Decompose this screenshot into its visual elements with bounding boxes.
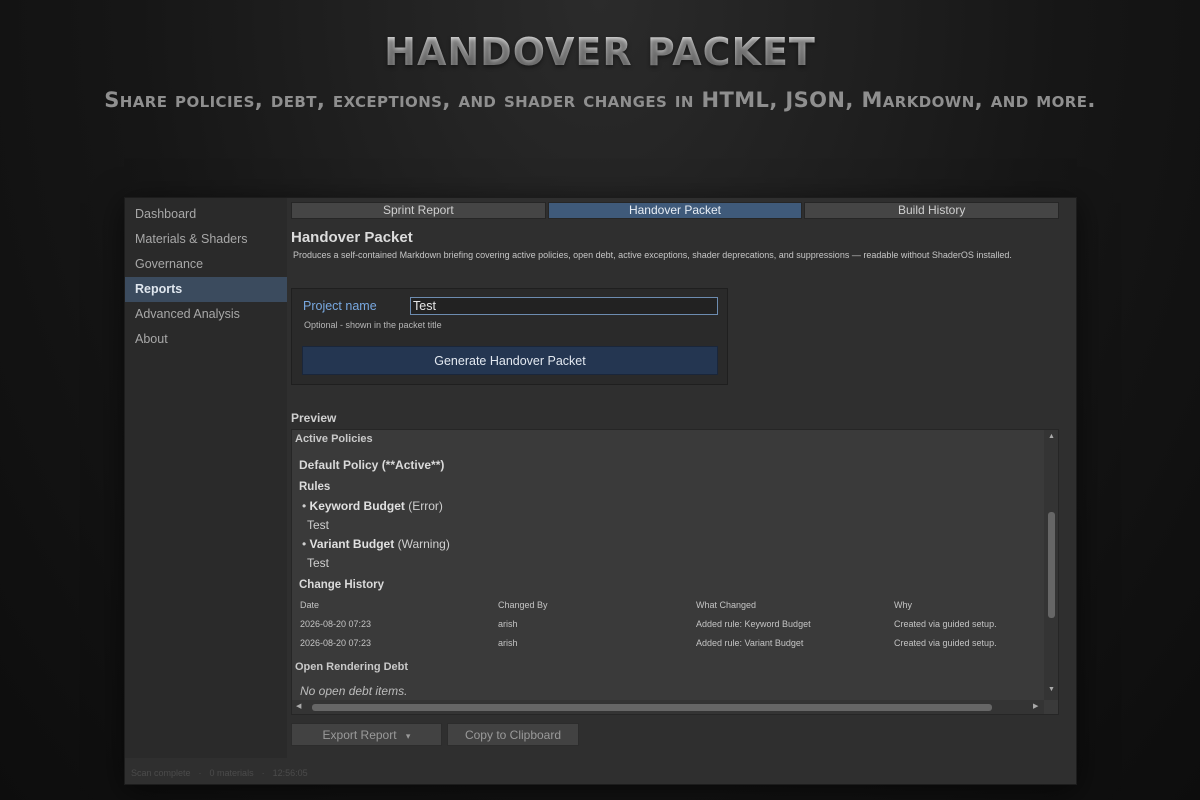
sidebar-item-governance[interactable]: Governance bbox=[125, 252, 287, 277]
sidebar-item-dashboard[interactable]: Dashboard bbox=[125, 202, 287, 227]
policy-heading: Default Policy (**Active**) bbox=[299, 458, 445, 472]
status-bar: Scan complete · 0 materials · 12:56:05 bbox=[131, 768, 308, 778]
rules-heading: Rules bbox=[299, 481, 331, 493]
section-open-rendering-debt: Open Rendering Debt bbox=[295, 661, 409, 673]
rule-item: • Keyword Budget (Error) bbox=[302, 499, 443, 513]
tab-handover-packet[interactable]: Handover Packet bbox=[547, 202, 803, 219]
table-cell: Added rule: Keyword Budget bbox=[696, 619, 811, 629]
rule-item: • Variant Budget (Warning) bbox=[302, 537, 450, 551]
preview-content: Active Policies Default Policy (**Active… bbox=[292, 430, 1044, 700]
table-cell: Created via guided setup. bbox=[894, 638, 997, 648]
table-cell: Added rule: Variant Budget bbox=[696, 638, 804, 648]
status-separator: · bbox=[198, 768, 202, 778]
preview-heading: Preview bbox=[291, 411, 337, 425]
hero-title: HANDOVER PACKET bbox=[0, 30, 1200, 74]
rule-description: Test bbox=[307, 518, 330, 532]
scroll-right-arrow-icon[interactable]: ▶ bbox=[1033, 703, 1038, 711]
project-name-input[interactable] bbox=[410, 297, 718, 315]
hero-subtitle: Share policies, debt, exceptions, and sh… bbox=[104, 88, 1096, 112]
preview-panel[interactable]: Active Policies Default Policy (**Active… bbox=[291, 429, 1059, 715]
vertical-scrollbar[interactable]: ▲ ▼ bbox=[1044, 430, 1058, 700]
status-scan: Scan complete bbox=[131, 768, 191, 778]
status-materials: 0 materials bbox=[209, 768, 254, 778]
horizontal-scrollbar[interactable]: ◀ ▶ bbox=[292, 700, 1044, 714]
table-cell: arish bbox=[498, 619, 518, 629]
sidebar: Dashboard Materials & Shaders Governance… bbox=[125, 198, 287, 758]
main-panel: Sprint Report Handover Packet Build Hist… bbox=[287, 198, 1076, 758]
sidebar-item-reports[interactable]: Reports bbox=[125, 277, 287, 302]
scroll-down-arrow-icon[interactable]: ▼ bbox=[1048, 686, 1055, 694]
sidebar-item-advanced-analysis[interactable]: Advanced Analysis bbox=[125, 302, 287, 327]
export-report-label: Export Report bbox=[322, 727, 397, 742]
app-window: Dashboard Materials & Shaders Governance… bbox=[124, 197, 1077, 785]
table-cell: 2026-08-20 07:23 bbox=[300, 619, 372, 629]
export-report-button[interactable]: Export Report ▾ bbox=[291, 723, 442, 746]
generate-handover-packet-button[interactable]: Generate Handover Packet bbox=[302, 346, 718, 375]
change-history-heading: Change History bbox=[299, 579, 384, 591]
copy-to-clipboard-button[interactable]: Copy to Clipboard bbox=[447, 723, 579, 746]
vertical-scroll-thumb[interactable] bbox=[1048, 512, 1055, 618]
rule-description: Test bbox=[307, 556, 330, 570]
bullet-icon: • bbox=[302, 537, 307, 551]
table-cell: arish bbox=[498, 638, 518, 648]
project-name-help: Optional - shown in the packet title bbox=[304, 320, 442, 330]
rule-severity: (Error) bbox=[408, 499, 443, 513]
horizontal-scroll-thumb[interactable] bbox=[312, 704, 992, 711]
status-separator: · bbox=[261, 768, 265, 778]
debt-empty-message: No open debt items. bbox=[300, 684, 408, 698]
dropdown-caret-icon: ▾ bbox=[405, 730, 411, 741]
table-cell: 2026-08-20 07:23 bbox=[300, 638, 372, 648]
report-tabs: Sprint Report Handover Packet Build Hist… bbox=[291, 202, 1060, 219]
bullet-icon: • bbox=[302, 499, 307, 513]
tab-build-history[interactable]: Build History bbox=[804, 202, 1060, 219]
rule-name: Keyword Budget bbox=[309, 499, 405, 513]
column-header: Why bbox=[894, 600, 912, 610]
tab-sprint-report[interactable]: Sprint Report bbox=[291, 202, 546, 219]
rule-name: Variant Budget bbox=[309, 537, 395, 551]
scroll-left-arrow-icon[interactable]: ◀ bbox=[296, 703, 301, 711]
packet-form: Project name Optional - shown in the pac… bbox=[291, 288, 728, 385]
rule-severity: (Warning) bbox=[397, 537, 450, 551]
column-header: Changed By bbox=[498, 600, 548, 610]
column-header: Date bbox=[300, 600, 320, 610]
column-header: What Changed bbox=[696, 600, 757, 610]
table-cell: Created via guided setup. bbox=[894, 619, 997, 629]
page-title: Handover Packet bbox=[291, 229, 413, 246]
section-active-policies: Active Policies bbox=[295, 433, 373, 445]
page-description: Produces a self-contained Markdown brief… bbox=[293, 250, 1012, 260]
sidebar-item-materials-shaders[interactable]: Materials & Shaders bbox=[125, 227, 287, 252]
status-time: 12:56:05 bbox=[272, 768, 308, 778]
project-name-label: Project name bbox=[303, 299, 377, 313]
sidebar-item-about[interactable]: About bbox=[125, 327, 287, 352]
scroll-up-arrow-icon[interactable]: ▲ bbox=[1048, 433, 1055, 441]
